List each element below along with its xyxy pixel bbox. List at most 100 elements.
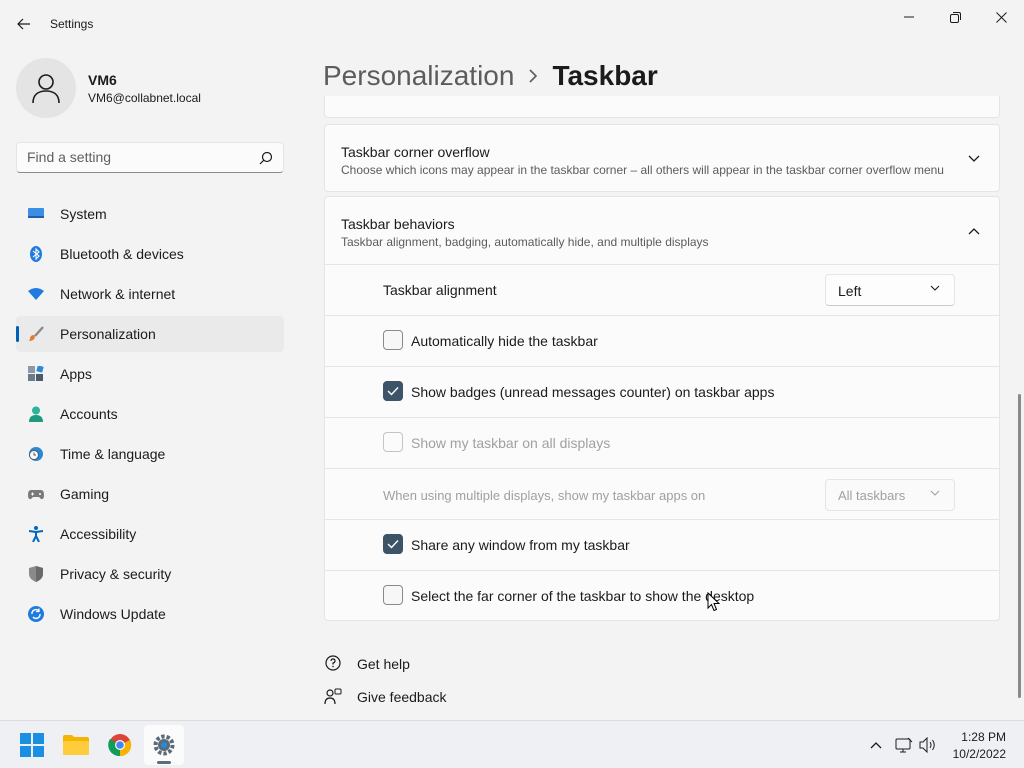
sidebar-item-label: Time & language bbox=[60, 446, 166, 462]
bluetooth-icon bbox=[28, 246, 44, 262]
person-icon bbox=[28, 406, 44, 422]
sidebar-item-system[interactable]: System bbox=[16, 196, 284, 232]
file-explorer-icon bbox=[63, 735, 89, 755]
sidebar-item-time-language[interactable]: Time & language bbox=[16, 436, 284, 472]
taskbar-alignment-row: Taskbar alignment Left bbox=[325, 264, 999, 315]
close-button[interactable] bbox=[978, 4, 1024, 30]
badges-row: Show badges (unread messages counter) on… bbox=[325, 366, 999, 417]
share-window-label[interactable]: Share any window from my taskbar bbox=[411, 537, 630, 553]
paintbrush-icon bbox=[28, 326, 44, 342]
back-button[interactable] bbox=[12, 12, 36, 36]
auto-hide-row: Automatically hide the taskbar bbox=[325, 315, 999, 366]
chrome-icon bbox=[108, 734, 132, 757]
sidebar-item-label: Privacy & security bbox=[60, 566, 172, 582]
all-displays-label: Show my taskbar on all displays bbox=[411, 435, 611, 451]
gamepad-icon bbox=[28, 486, 44, 502]
volume-icon bbox=[919, 737, 935, 753]
taskbar-behaviors-card: Taskbar behaviors Taskbar alignment, bad… bbox=[324, 196, 1000, 621]
shield-icon bbox=[28, 566, 44, 582]
sidebar-item-bluetooth[interactable]: Bluetooth & devices bbox=[16, 236, 284, 272]
far-corner-checkbox[interactable] bbox=[383, 585, 403, 605]
taskbar-behaviors-header[interactable]: Taskbar behaviors Taskbar alignment, bad… bbox=[325, 197, 999, 264]
sidebar-item-privacy[interactable]: Privacy & security bbox=[16, 556, 284, 592]
app-title: Settings bbox=[50, 17, 94, 31]
sidebar-item-accounts[interactable]: Accounts bbox=[16, 396, 284, 432]
badges-label[interactable]: Show badges (unread messages counter) on… bbox=[411, 384, 774, 400]
get-help-link[interactable]: Get help bbox=[324, 655, 410, 673]
checkmark-icon bbox=[387, 387, 399, 396]
get-help-label: Get help bbox=[357, 656, 410, 672]
sidebar-item-label: Apps bbox=[60, 366, 92, 382]
auto-hide-checkbox[interactable] bbox=[383, 330, 403, 350]
file-explorer-button[interactable] bbox=[56, 725, 96, 765]
taskbar-alignment-label: Taskbar alignment bbox=[383, 282, 497, 298]
sidebar-item-label: Network & internet bbox=[60, 286, 176, 302]
person-icon bbox=[32, 74, 60, 104]
dropdown-value: Left bbox=[838, 283, 862, 299]
sidebar-item-label: Windows Update bbox=[60, 606, 166, 622]
sidebar-item-label: Accessibility bbox=[60, 526, 137, 542]
sidebar-item-network[interactable]: Network & internet bbox=[16, 276, 284, 312]
restore-button[interactable] bbox=[932, 4, 978, 30]
give-feedback-label: Give feedback bbox=[357, 689, 447, 705]
minimize-button[interactable] bbox=[886, 4, 932, 30]
sidebar-item-apps[interactable]: Apps bbox=[16, 356, 284, 392]
far-corner-label[interactable]: Select the far corner of the taskbar to … bbox=[411, 588, 754, 604]
sidebar-item-accessibility[interactable]: Accessibility bbox=[16, 516, 284, 552]
minimize-icon bbox=[904, 16, 914, 18]
auto-hide-label[interactable]: Automatically hide the taskbar bbox=[411, 333, 598, 349]
chrome-button[interactable] bbox=[100, 725, 140, 765]
accessibility-icon bbox=[28, 526, 44, 542]
dropdown-value: All taskbars bbox=[838, 488, 906, 503]
help-chat-icon bbox=[324, 655, 342, 673]
taskbar-corner-overflow-card[interactable]: Taskbar corner overflow Choose which ico… bbox=[324, 124, 1000, 192]
breadcrumb-parent[interactable]: Personalization bbox=[323, 60, 514, 92]
start-icon bbox=[20, 733, 44, 757]
network-status-button[interactable] bbox=[894, 735, 914, 755]
mouse-cursor-icon bbox=[707, 592, 720, 612]
sidebar-nav: System Bluetooth & devices Network & int… bbox=[16, 196, 284, 636]
back-arrow-icon bbox=[17, 18, 30, 30]
multi-display-label: When using multiple displays, show my ta… bbox=[383, 488, 706, 503]
partial-card bbox=[324, 96, 1000, 118]
chevron-down-icon[interactable] bbox=[967, 152, 981, 166]
profile-name: VM6 bbox=[88, 72, 117, 88]
multi-display-row: When using multiple displays, show my ta… bbox=[325, 468, 999, 519]
share-window-checkbox[interactable] bbox=[383, 534, 403, 554]
sidebar-item-windows-update[interactable]: Windows Update bbox=[16, 596, 284, 632]
monitor-icon bbox=[28, 206, 44, 222]
chevron-down-icon bbox=[930, 285, 940, 291]
chevron-down-icon bbox=[930, 490, 940, 496]
avatar[interactable] bbox=[16, 58, 76, 118]
search-box[interactable] bbox=[16, 142, 284, 173]
chevron-up-icon[interactable] bbox=[967, 224, 981, 238]
clock-time[interactable]: 1:28 PM bbox=[950, 730, 1006, 744]
show-hidden-icons-button[interactable] bbox=[866, 735, 886, 755]
chevron-up-icon bbox=[870, 742, 882, 749]
sidebar-item-label: Accounts bbox=[60, 406, 118, 422]
windows-taskbar: 1:28 PM 10/2/2022 bbox=[0, 720, 1024, 768]
sidebar-item-personalization[interactable]: Personalization bbox=[16, 316, 284, 352]
all-displays-checkbox bbox=[383, 432, 403, 452]
scrollbar-thumb[interactable] bbox=[1018, 394, 1021, 698]
start-button[interactable] bbox=[12, 725, 52, 765]
section-description: Taskbar alignment, badging, automaticall… bbox=[341, 235, 709, 249]
title-bar: Settings bbox=[0, 0, 1024, 48]
give-feedback-link[interactable]: Give feedback bbox=[324, 688, 447, 706]
taskbar-alignment-dropdown[interactable]: Left bbox=[825, 274, 955, 306]
section-title: Taskbar corner overflow bbox=[341, 144, 490, 160]
section-title: Taskbar behaviors bbox=[341, 216, 455, 232]
wifi-icon bbox=[28, 286, 44, 302]
section-description: Choose which icons may appear in the tas… bbox=[341, 163, 944, 177]
search-input[interactable] bbox=[27, 149, 247, 165]
far-corner-row: Select the far corner of the taskbar to … bbox=[325, 570, 999, 621]
settings-button[interactable] bbox=[144, 725, 184, 765]
search-icon[interactable] bbox=[259, 151, 273, 165]
sidebar-item-label: Bluetooth & devices bbox=[60, 246, 184, 262]
sidebar-item-label: System bbox=[60, 206, 107, 222]
sidebar-item-gaming[interactable]: Gaming bbox=[16, 476, 284, 512]
badges-checkbox[interactable] bbox=[383, 381, 403, 401]
restore-icon bbox=[949, 11, 961, 23]
clock-date[interactable]: 10/2/2022 bbox=[950, 747, 1006, 761]
volume-button[interactable] bbox=[918, 735, 938, 755]
